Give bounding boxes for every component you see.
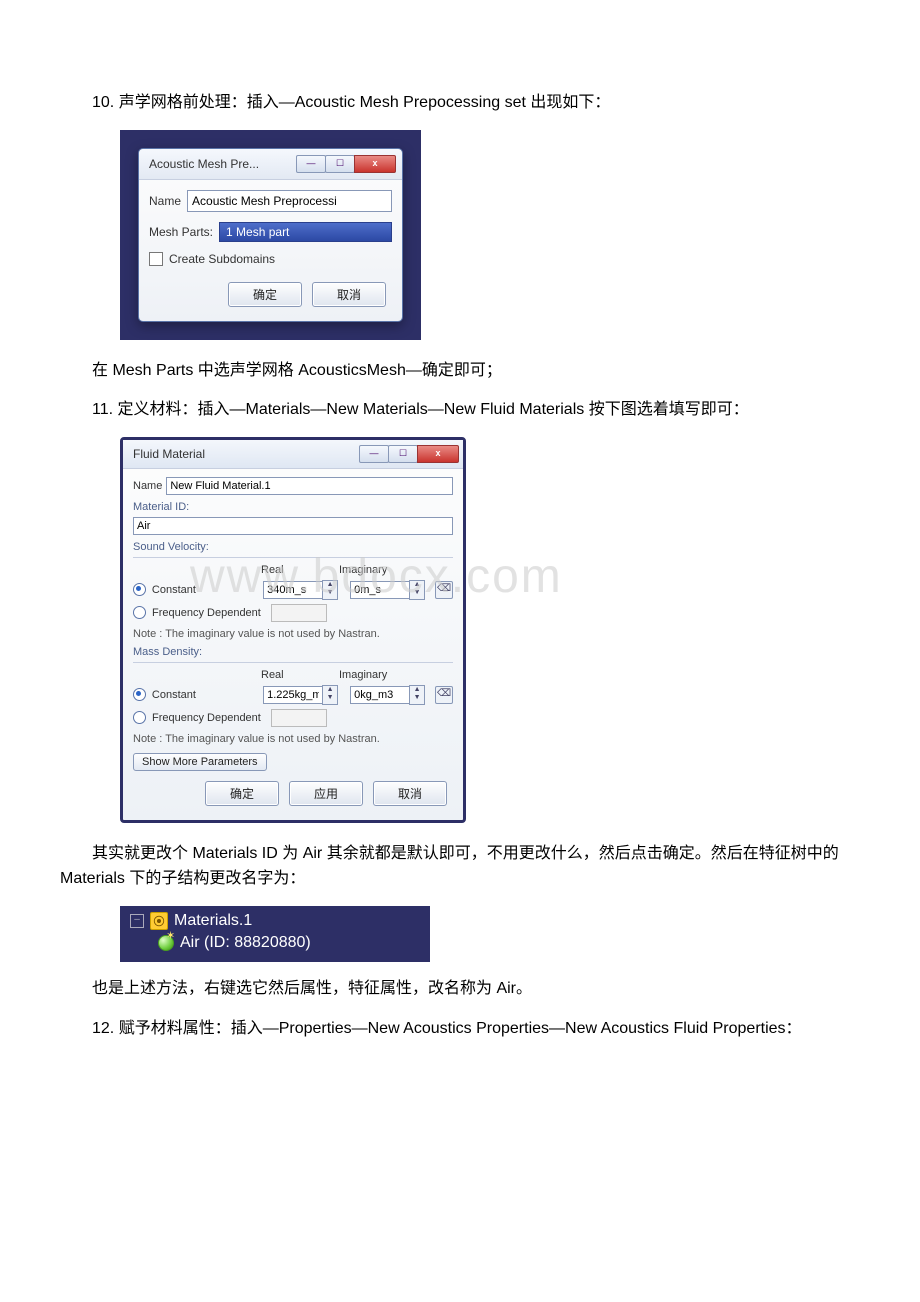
fluid-material-dialog-wrapper: Fluid Material — ☐ x Name Material ID:	[120, 437, 466, 823]
name-input[interactable]	[187, 190, 392, 212]
window-minimize-button[interactable]: —	[296, 155, 326, 173]
meshparts-value[interactable]: 1 Mesh part	[219, 222, 392, 242]
material-id-label: Material ID:	[133, 501, 453, 513]
feature-tree: – ⦿ Materials.1 Air (ID: 88820880)	[120, 906, 430, 962]
paragraph-meshparts-note: 在 Mesh Parts 中选声学网格 AcousticsMesh—确定即可；	[60, 358, 860, 384]
spinner-icon[interactable]: ▲▼	[322, 580, 338, 600]
md-freqdep-radio[interactable]	[133, 711, 146, 724]
sv-constant-radio[interactable]	[133, 583, 146, 596]
paragraph-10: 10. 声学网格前处理：插入—Acoustic Mesh Prepocessin…	[60, 90, 860, 116]
sound-velocity-label: Sound Velocity:	[133, 541, 453, 553]
md-freqdep-field[interactable]	[271, 709, 327, 727]
meshparts-label: Mesh Parts:	[149, 225, 213, 239]
material-item-icon	[158, 935, 174, 951]
material-id-input[interactable]	[133, 517, 453, 535]
acoustic-mesh-dialog-wrapper: Acoustic Mesh Pre... — ☐ x Name Mesh Par…	[120, 130, 421, 340]
name-label: Name	[149, 194, 181, 208]
sv-imag-input[interactable]	[350, 581, 410, 599]
window-close-button[interactable]: x	[417, 445, 459, 463]
md-constant-radio[interactable]	[133, 688, 146, 701]
cancel-button[interactable]: 取消	[373, 781, 447, 806]
fluid-material-dialog: Fluid Material — ☐ x Name Material ID:	[123, 440, 463, 820]
name-label: Name	[133, 480, 162, 492]
dialog-title: Fluid Material	[133, 447, 354, 461]
md-constant-label: Constant	[152, 689, 257, 701]
window-minimize-button[interactable]: —	[359, 445, 389, 463]
paragraph-12: 12. 赋予材料属性：插入—Properties—New Acoustics P…	[60, 1016, 860, 1042]
tree-node-materials[interactable]: Materials.1	[174, 912, 252, 930]
md-imag-input[interactable]	[350, 686, 410, 704]
window-close-button[interactable]: x	[354, 155, 396, 173]
tree-node-air[interactable]: Air (ID: 88820880)	[180, 934, 311, 952]
dialog-titlebar: Fluid Material — ☐ x	[123, 440, 463, 469]
sv-freqdep-field[interactable]	[271, 604, 327, 622]
paragraph-after-dlg2-a: 其实就更改个 Materials ID 为 Air 其余就都是默认即可，不用更改…	[60, 841, 860, 892]
spinner-icon[interactable]: ▲▼	[322, 685, 338, 705]
spinner-icon[interactable]: ▲▼	[409, 580, 425, 600]
paragraph-rename-note: 也是上述方法，右键选它然后属性，特征属性，改名称为 Air。	[60, 976, 860, 1002]
window-maximize-button[interactable]: ☐	[388, 445, 418, 463]
md-real-input[interactable]	[263, 686, 323, 704]
ok-button[interactable]: 确定	[228, 282, 302, 307]
sv-note: Note : The imaginary value is not used b…	[133, 628, 453, 640]
materials-folder-icon: ⦿	[150, 912, 168, 930]
cancel-button[interactable]: 取消	[312, 282, 386, 307]
tree-collapse-icon[interactable]: –	[130, 914, 144, 928]
window-maximize-button[interactable]: ☐	[325, 155, 355, 173]
sv-freqdep-label: Frequency Dependent	[152, 607, 261, 619]
dialog-title: Acoustic Mesh Pre...	[149, 157, 291, 171]
show-more-parameters-button[interactable]: Show More Parameters	[133, 753, 267, 771]
acoustic-mesh-dialog: Acoustic Mesh Pre... — ☐ x Name Mesh Par…	[138, 148, 403, 322]
sv-freqdep-radio[interactable]	[133, 606, 146, 619]
eraser-icon[interactable]: ⌫	[435, 581, 453, 599]
md-note: Note : The imaginary value is not used b…	[133, 733, 453, 745]
column-real: Real	[261, 669, 339, 681]
name-input[interactable]	[166, 477, 453, 495]
create-subdomains-checkbox[interactable]	[149, 252, 163, 266]
ok-button[interactable]: 确定	[205, 781, 279, 806]
mass-density-label: Mass Density:	[133, 646, 453, 658]
dialog-titlebar: Acoustic Mesh Pre... — ☐ x	[139, 149, 402, 180]
spinner-icon[interactable]: ▲▼	[409, 685, 425, 705]
column-imaginary: Imaginary	[339, 669, 417, 681]
sv-real-input[interactable]	[263, 581, 323, 599]
md-freqdep-label: Frequency Dependent	[152, 712, 261, 724]
sv-constant-label: Constant	[152, 584, 257, 596]
create-subdomains-label: Create Subdomains	[169, 252, 275, 266]
column-imaginary: Imaginary	[339, 564, 417, 576]
paragraph-11: 11. 定义材料：插入—Materials—New Materials—New …	[60, 397, 860, 423]
column-real: Real	[261, 564, 339, 576]
eraser-icon[interactable]: ⌫	[435, 686, 453, 704]
apply-button[interactable]: 应用	[289, 781, 363, 806]
